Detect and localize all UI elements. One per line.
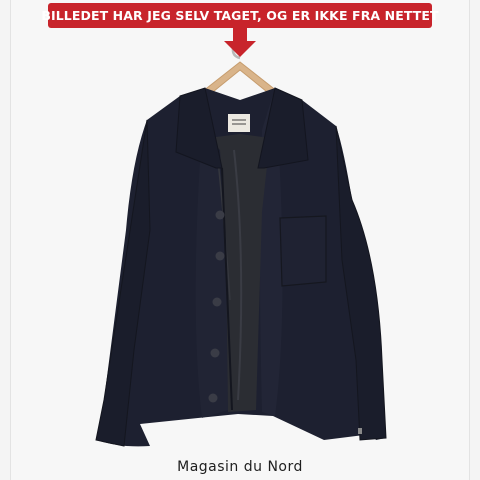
jacket-photo [95,47,387,447]
store-caption: Magasin du Nord [177,459,303,475]
disclaimer-banner: BILLEDET HAR JEG SELV TAGET, OG ER IKKE … [41,3,439,28]
button [210,348,220,358]
button [215,251,225,261]
chest-pocket [279,215,327,287]
garment-label [228,114,250,132]
button [215,210,225,220]
button [208,393,218,403]
button [212,297,222,307]
arrow-down-icon [224,28,256,57]
